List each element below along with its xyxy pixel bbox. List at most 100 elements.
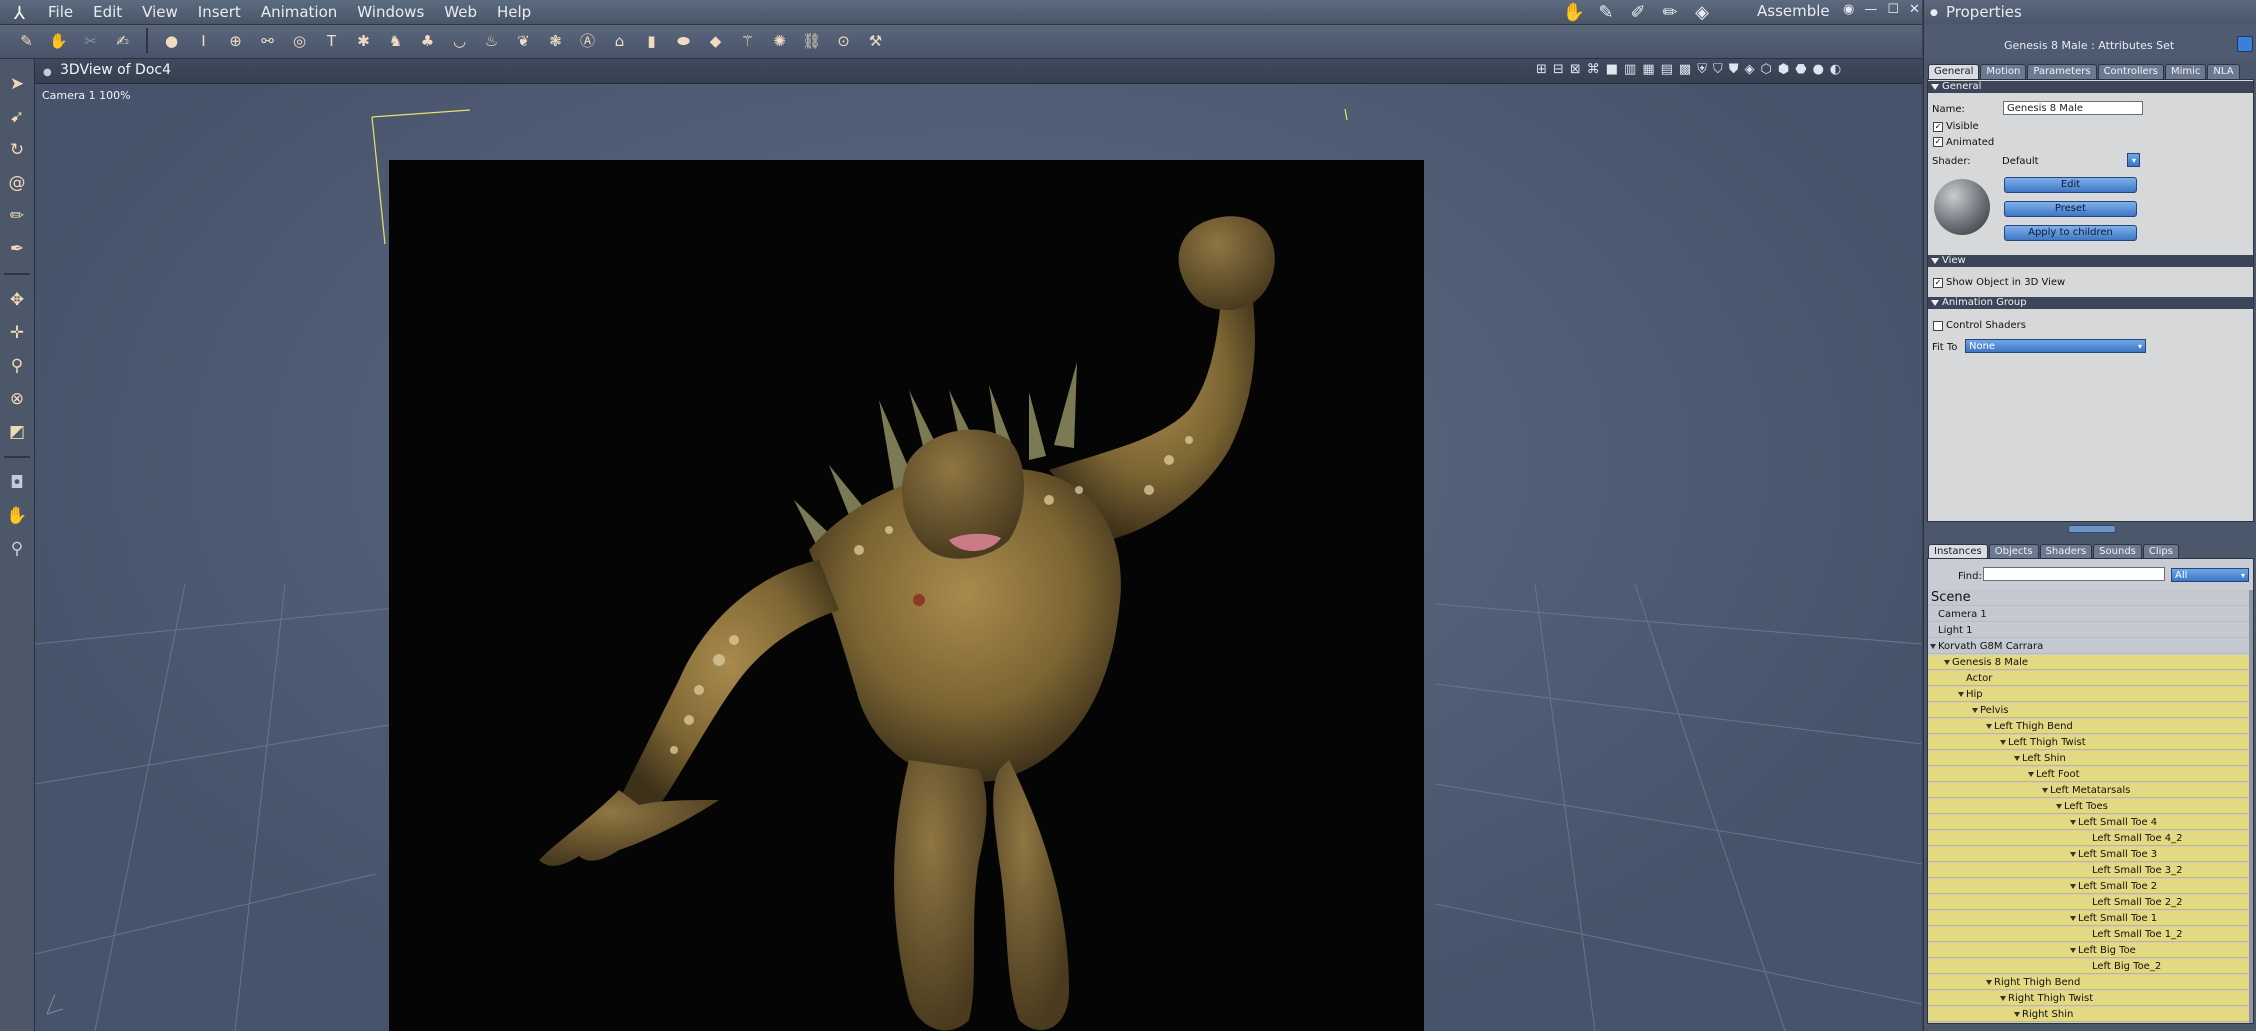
app-logo-icon[interactable]: ⅄ [14, 3, 25, 24]
rotate-icon[interactable]: ↻ [4, 137, 30, 162]
tree-row[interactable]: Left Toes [1928, 799, 2253, 814]
bowl-icon[interactable]: ◡ [447, 28, 472, 53]
agx-icon[interactable]: Ⓐ [575, 28, 600, 53]
expand-triangle-icon[interactable] [1944, 660, 1950, 665]
view-option-icon[interactable]: ⊟ [1553, 62, 1564, 77]
zoom-icon[interactable]: ⚲ [4, 536, 30, 561]
tab-motion[interactable]: Motion [1980, 64, 2027, 79]
cube-icon[interactable]: ⬣ [1795, 62, 1806, 77]
section-animation-header[interactable]: Animation Group [1928, 297, 2253, 309]
edit-button[interactable]: Edit [2004, 177, 2137, 193]
tab-parameters[interactable]: Parameters [2027, 64, 2097, 79]
shader-dropdown[interactable]: ▾ [2127, 153, 2140, 167]
torus-icon[interactable]: ◎ [287, 28, 312, 53]
show-object-checkbox[interactable]: ✓ [1933, 278, 1943, 288]
maximize-icon[interactable]: ☐ [1887, 2, 1899, 17]
spider-icon[interactable]: ✺ [767, 28, 792, 53]
pencil-icon[interactable]: ✏ [4, 203, 30, 228]
expand-triangle-icon[interactable] [1986, 980, 1992, 985]
menu-windows[interactable]: Windows [357, 2, 424, 22]
section-view-header[interactable]: View [1928, 255, 2253, 267]
expand-triangle-icon[interactable] [2028, 772, 2034, 777]
tree-row[interactable]: Left Foot [1928, 767, 2253, 782]
tree-row[interactable]: Left Thigh Bend [1928, 719, 2253, 734]
text-t-icon[interactable]: T [319, 28, 344, 53]
cylinder-icon[interactable]: ▮ [639, 28, 664, 53]
tab-instances[interactable]: Instances [1928, 544, 1988, 559]
texture-room-icon[interactable]: ✏ [1658, 2, 1682, 23]
tab-shaders[interactable]: Shaders [2039, 544, 2093, 559]
expand-triangle-icon[interactable] [1958, 692, 1964, 697]
fit-to-dropdown[interactable]: None ▾ [1965, 339, 2146, 353]
menu-help[interactable]: Help [497, 2, 531, 22]
egg-icon[interactable]: ⬬ [671, 28, 696, 53]
pillar-icon[interactable]: Ⅰ [191, 28, 216, 53]
hand-icon[interactable]: ✋ [4, 503, 30, 528]
section-general-header[interactable]: General [1928, 81, 2253, 93]
eye-icon[interactable]: ◉ [1843, 2, 1854, 17]
panel-menu-icon[interactable]: ● [1930, 8, 1938, 18]
tree-row[interactable]: Right Shin [1928, 1007, 2253, 1022]
tab-controllers[interactable]: Controllers [2097, 64, 2164, 79]
menu-web[interactable]: Web [444, 2, 477, 22]
split-view-icon[interactable]: ▥ [1624, 62, 1636, 77]
view-option-icon[interactable]: ⊠ [1570, 62, 1581, 77]
hand-grab-icon[interactable]: ✋ [46, 28, 71, 53]
tree-row[interactable]: Korvath G8M Carrara [1928, 639, 2253, 654]
tree-row[interactable]: Pelvis [1928, 703, 2253, 718]
triple-view-icon[interactable]: ▤ [1661, 62, 1673, 77]
single-view-icon[interactable]: ■ [1606, 62, 1618, 77]
panel-splitter[interactable] [1927, 523, 2252, 533]
target-icon[interactable]: ⊙ [831, 28, 856, 53]
move-icon[interactable]: ✥ [4, 287, 30, 312]
render-room-icon[interactable]: ◈ [1690, 2, 1714, 23]
tree-row[interactable]: Right Thigh Twist [1928, 991, 2253, 1006]
globe-icon[interactable]: ⊕ [223, 28, 248, 53]
expand-triangle-icon[interactable] [2014, 1012, 2020, 1017]
expand-triangle-icon[interactable] [2070, 852, 2076, 857]
tree-icon[interactable]: ♣ [415, 28, 440, 53]
figure-icon[interactable]: ♞ [383, 28, 408, 53]
tab-general[interactable]: General [1928, 64, 1980, 79]
tree-row[interactable]: Genesis 8 Male [1928, 655, 2253, 670]
tab-sounds[interactable]: Sounds [2093, 544, 2142, 559]
tree-scrollbar[interactable] [2249, 590, 2253, 1023]
house-icon[interactable]: ⌂ [607, 28, 632, 53]
expand-triangle-icon[interactable] [2014, 756, 2020, 761]
chain-icon[interactable]: ⛓ [799, 28, 824, 53]
move-all-icon[interactable]: ✛ [4, 320, 30, 345]
expand-triangle-icon[interactable] [2000, 740, 2006, 745]
vase-icon[interactable]: ♨ [479, 28, 504, 53]
expand-triangle-icon[interactable] [2070, 884, 2076, 889]
expand-triangle-icon[interactable] [2056, 804, 2062, 809]
tab-mimic[interactable]: Mimic [2164, 64, 2207, 79]
filter-dropdown[interactable]: All ▾ [2171, 568, 2249, 582]
rock-icon[interactable]: ◆ [703, 28, 728, 53]
tree-row[interactable]: Left Small Toe 1_2 [1928, 927, 2253, 942]
minimize-icon[interactable]: — [1864, 2, 1877, 17]
splitter-handle[interactable] [2068, 525, 2116, 533]
menu-insert[interactable]: Insert [198, 2, 241, 22]
view-option-icon[interactable]: ⌘ [1587, 62, 1600, 77]
expand-triangle-icon[interactable] [2042, 788, 2048, 793]
menu-animation[interactable]: Animation [261, 2, 337, 22]
expand-triangle-icon[interactable] [2000, 996, 2006, 1001]
tree-row[interactable]: Light 1 [1928, 623, 2253, 638]
apply-to-children-button[interactable]: Apply to children [2004, 225, 2137, 241]
shield-icon[interactable]: ⛊ [1729, 62, 1739, 77]
box-tool-icon[interactable]: ◩ [4, 419, 30, 444]
cube-icon[interactable]: ⬢ [1778, 62, 1789, 77]
tree-row[interactable]: Left Small Toe 2 [1928, 879, 2253, 894]
tree-row[interactable]: Left Big Toe_2 [1928, 959, 2253, 974]
tree-row[interactable]: Camera 1 [1928, 607, 2253, 622]
quad-view-icon[interactable]: ▦ [1642, 62, 1654, 77]
arrow-select-alt-icon[interactable]: ➹ [4, 104, 30, 129]
sphere-tool-icon[interactable]: ⊗ [4, 386, 30, 411]
gear-icon[interactable]: ✱ [351, 28, 376, 53]
window-menu-icon[interactable]: ● [43, 67, 52, 78]
camera-icon[interactable]: ◘ [4, 470, 30, 495]
tree-row[interactable]: Left Shin [1928, 751, 2253, 766]
sphere-shaded-icon[interactable]: ◐ [1830, 62, 1841, 77]
bone-icon[interactable]: ⚯ [255, 28, 280, 53]
tree-row[interactable]: Left Thigh Twist [1928, 735, 2253, 750]
